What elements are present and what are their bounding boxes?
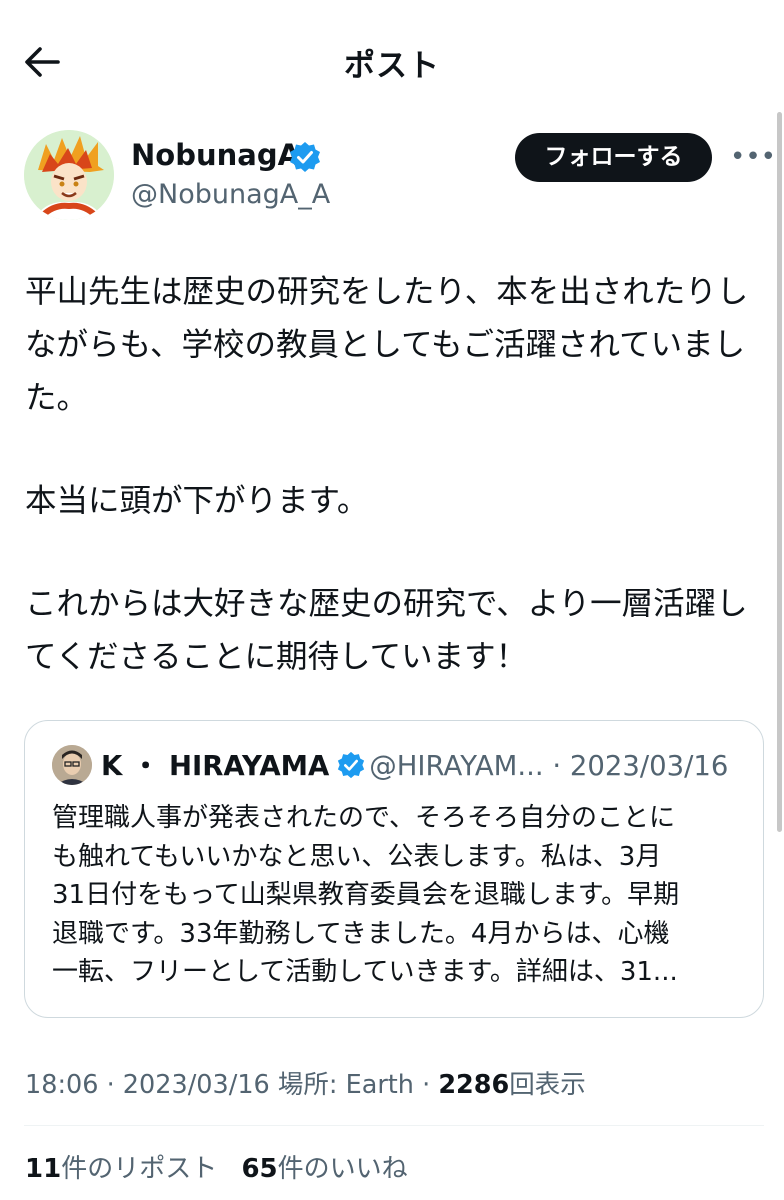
likes-label: 件のいいね [277, 1154, 408, 1184]
more-options-icon[interactable]: ••• [730, 144, 776, 170]
page-title: ポスト [344, 48, 440, 84]
header: ポスト [0, 0, 784, 122]
quoted-author-avatar [52, 745, 92, 785]
verified-badge-icon [289, 141, 321, 173]
author-name[interactable]: NobunagA [131, 138, 300, 172]
tweet-text: 平山先生は歴史の研究をしたり、本を出されたりし ながらも、学校の教員としてもご活… [25, 266, 765, 684]
post-timestamp[interactable]: 18:06 · 2023/03/16 [25, 1070, 270, 1100]
reposts-count: 11 [25, 1154, 62, 1184]
quoted-verified-badge-icon [337, 751, 365, 779]
tweet-paragraph-gap [25, 528, 765, 578]
follow-button[interactable]: フォローする [515, 133, 712, 182]
divider [24, 1125, 764, 1126]
quoted-author-name: K ・ HIRAYAMA [101, 750, 330, 782]
likes-count: 65 [241, 1154, 278, 1184]
engagement-stats: 11件のリポスト 65件のいいね [25, 1148, 424, 1185]
reposts-stat[interactable]: 11件のリポスト [25, 1154, 217, 1184]
quoted-handle-date: @HIRAYAM... · 2023/03/16 [369, 750, 729, 782]
views-label: 回表示 [509, 1070, 586, 1100]
meta-separator: · [422, 1070, 431, 1100]
tweet-text-line: た。 [25, 380, 89, 416]
scrollbar[interactable] [777, 112, 782, 832]
quoted-text-line: 一転、フリーとして活動していきます。詳細は、31... [52, 957, 678, 987]
views-count[interactable]: 2286 [438, 1070, 509, 1100]
tweet-text-line: 平山先生は歴史の研究をしたり、本を出されたりし [25, 274, 749, 310]
tweet-text-line: 本当に頭が下がります。 [25, 483, 369, 519]
quoted-post-card[interactable]: K ・ HIRAYAMA @HIRAYAM... · 2023/03/16 管理職… [24, 720, 764, 1018]
author-avatar[interactable] [24, 130, 114, 220]
quoted-post-header: K ・ HIRAYAMA @HIRAYAM... · 2023/03/16 [101, 749, 728, 783]
tweet-paragraph-gap [25, 425, 765, 475]
author-handle[interactable]: @NobunagA_A [131, 179, 330, 210]
post-location: 場所: Earth [277, 1070, 414, 1100]
tweet-text-line: てくださることに期待しています！ [25, 639, 528, 675]
likes-stat[interactable]: 65件のいいね [241, 1154, 407, 1184]
quoted-post-text: 管理職人事が発表されたので、そろそろ自分のことに も触れてもいいかなと思い、公表… [52, 799, 742, 992]
post-meta: 18:06 · 2023/03/16 場所: Earth · 2286回表示 [25, 1064, 586, 1101]
quoted-text-line: 31日付をもって山梨県教育委員会を退職します。早期 [52, 880, 680, 910]
tweet-text-line: ながらも、学校の教員としてもご活躍されていまし [25, 327, 746, 363]
post-detail-page: ポスト NobunagA @NobunagA_A フォローする ••• 平山先生… [0, 0, 784, 1200]
quoted-text-line: も触れてもいいかなと思い、公表します。私は、3月 [52, 841, 662, 872]
reposts-label: 件のリポスト [61, 1154, 218, 1184]
quoted-text-line: 退職です。33年勤務してきました。4月からは、心機 [52, 918, 670, 949]
quoted-text-line: 管理職人事が発表されたので、そろそろ自分のことに [52, 803, 675, 833]
tweet-text-line: これからは大好きな歴史の研究で、より一層活躍し [25, 586, 748, 622]
